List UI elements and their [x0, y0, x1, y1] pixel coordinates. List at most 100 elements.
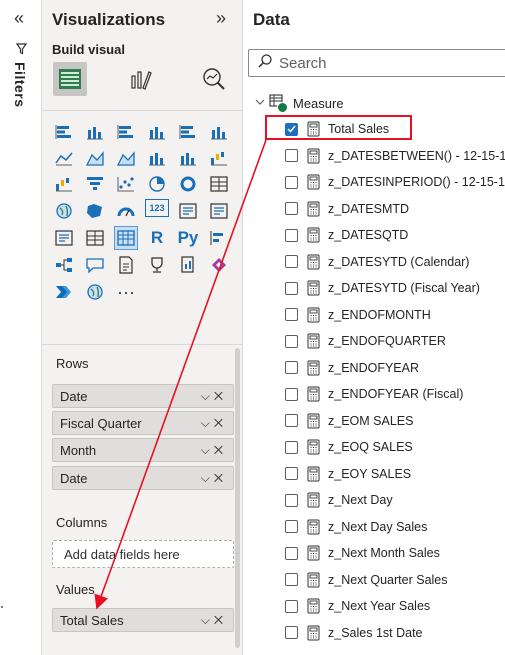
matrix-icon[interactable]	[114, 226, 138, 250]
line-and-clustered-column-icon[interactable]	[176, 146, 200, 170]
field-checkbox[interactable]	[285, 255, 298, 268]
field-item[interactable]: z_EOM SALES	[285, 410, 413, 432]
field-checkbox[interactable]	[285, 467, 298, 480]
kpi-icon[interactable]	[207, 199, 231, 223]
wells-scrollbar[interactable]	[235, 348, 240, 648]
key-influencers-icon[interactable]	[207, 226, 231, 250]
donut-chart-icon[interactable]	[176, 172, 200, 196]
rows-field-date[interactable]: Date ⌵✕	[52, 384, 234, 408]
clustered-bar-chart-icon[interactable]	[114, 120, 138, 144]
filled-map-icon[interactable]	[83, 199, 107, 223]
field-checkbox[interactable]	[285, 281, 298, 295]
field-item[interactable]: z_DATESYTD (Fiscal Year)	[285, 277, 480, 299]
field-item[interactable]: z_EOY SALES	[285, 463, 411, 485]
field-item[interactable]: z_DATESBETWEEN() - 12-15-17	[285, 145, 505, 167]
collapse-panes-button[interactable]: «	[14, 8, 24, 29]
pill-controls[interactable]: ⌵✕	[201, 471, 227, 486]
100-stacked-column-chart-icon[interactable]	[207, 120, 231, 144]
rows-field-fiscal-quarter[interactable]: Fiscal Quarter ⌵✕	[52, 411, 234, 435]
field-checkbox[interactable]	[285, 599, 298, 613]
stacked-area-chart-icon[interactable]	[114, 146, 138, 170]
slicer-icon[interactable]	[52, 226, 76, 250]
field-checkbox[interactable]	[285, 573, 298, 586]
field-item[interactable]: z_Next Day Sales	[285, 516, 427, 538]
more-visuals-icon[interactable]: ···	[114, 280, 138, 304]
field-checkbox[interactable]	[285, 361, 298, 374]
values-field-total-sales[interactable]: Total Sales ⌵✕	[52, 608, 234, 632]
table-icon[interactable]	[83, 226, 107, 250]
field-item[interactable]: z_DATESMTD	[285, 198, 409, 220]
100-stacked-bar-chart-icon[interactable]	[176, 120, 200, 144]
search-box[interactable]	[248, 49, 505, 77]
field-checkbox[interactable]	[285, 175, 298, 189]
power-automate-icon[interactable]	[52, 280, 76, 304]
chevron-down-icon[interactable]	[255, 97, 265, 109]
scatter-chart-icon[interactable]	[114, 172, 138, 196]
field-item[interactable]: z_Next Month Sales	[285, 542, 440, 564]
rows-field-month[interactable]: Month ⌵✕	[52, 438, 234, 462]
metrics-icon[interactable]	[145, 253, 169, 277]
field-checkbox[interactable]	[285, 546, 298, 560]
card-icon[interactable]: 123	[145, 199, 169, 217]
field-checkbox[interactable]	[285, 520, 298, 533]
filters-label[interactable]: Filters	[12, 62, 28, 108]
ribbon-chart-icon[interactable]	[207, 146, 231, 170]
line-chart-icon[interactable]	[52, 146, 76, 170]
expand-pane-button[interactable]: »	[216, 8, 226, 29]
field-item[interactable]: z_ENDOFQUARTER	[285, 330, 446, 352]
field-item[interactable]: z_ENDOFYEAR (Fiscal)	[285, 383, 463, 405]
pill-controls[interactable]: ⌵✕	[201, 416, 227, 431]
field-item[interactable]: z_Next Year Sales	[285, 595, 430, 617]
field-checkbox[interactable]	[285, 149, 298, 162]
area-chart-icon[interactable]	[83, 146, 107, 170]
multi-row-card-icon[interactable]	[176, 199, 200, 223]
field-item[interactable]: z_Sales 1st Date	[285, 622, 423, 644]
field-item[interactable]: z_DATESYTD (Calendar)	[285, 251, 469, 273]
paginated-report-icon[interactable]	[176, 253, 200, 277]
stacked-bar-chart-icon[interactable]	[52, 120, 76, 144]
power-apps-icon[interactable]	[207, 253, 231, 277]
qa-icon[interactable]	[83, 253, 107, 277]
field-checkbox[interactable]	[285, 308, 298, 321]
clustered-column-chart-icon[interactable]	[145, 120, 169, 144]
field-checkbox[interactable]	[285, 387, 298, 401]
pie-chart-icon[interactable]	[145, 172, 169, 196]
funnel-chart-icon[interactable]	[83, 172, 107, 196]
field-item[interactable]: z_EOQ SALES	[285, 436, 413, 458]
waterfall-chart-icon[interactable]	[52, 172, 76, 196]
search-input[interactable]	[279, 54, 479, 72]
field-checkbox[interactable]	[285, 493, 298, 507]
field-item[interactable]: z_ENDOFMONTH	[285, 304, 431, 326]
smart-narrative-icon[interactable]	[114, 253, 138, 277]
field-item[interactable]: z_Next Day	[285, 489, 393, 511]
treemap-icon[interactable]	[207, 172, 231, 196]
gauge-icon[interactable]	[114, 199, 138, 223]
field-item[interactable]: z_DATESQTD	[285, 224, 408, 246]
pill-controls[interactable]: ⌵✕	[201, 613, 227, 628]
build-visual-tab-icon[interactable]	[53, 62, 87, 96]
field-item[interactable]: z_ENDOFYEAR	[285, 357, 419, 379]
field-checkbox[interactable]	[285, 334, 298, 348]
map-icon[interactable]	[52, 199, 76, 223]
decomposition-tree-icon[interactable]	[52, 253, 76, 277]
r-visual-icon[interactable]: R	[145, 226, 169, 250]
stacked-column-chart-icon[interactable]	[83, 120, 107, 144]
field-checkbox[interactable]	[285, 228, 298, 242]
line-and-stacked-column-icon[interactable]	[145, 146, 169, 170]
table-measure[interactable]: Measure	[255, 92, 344, 114]
rows-field-date-2[interactable]: Date ⌵✕	[52, 466, 234, 490]
analytics-tab-icon[interactable]	[197, 62, 231, 96]
field-checkbox[interactable]	[285, 440, 298, 454]
field-checkbox[interactable]	[285, 414, 298, 427]
field-item[interactable]: z_DATESINPERIOD() - 12-15-17	[285, 171, 505, 193]
format-visual-tab-icon[interactable]	[124, 62, 158, 96]
columns-drop-zone[interactable]: Add data fields here	[52, 540, 234, 568]
pill-controls[interactable]: ⌵✕	[201, 443, 227, 458]
field-item[interactable]: z_Next Quarter Sales	[285, 569, 448, 591]
python-visual-icon[interactable]: Py	[176, 226, 200, 250]
field-checkbox[interactable]	[285, 626, 298, 639]
azure-map-icon[interactable]	[83, 280, 107, 304]
pill-controls[interactable]: ⌵✕	[201, 389, 227, 404]
field-checkbox[interactable]	[285, 202, 298, 215]
filters-pane-collapsed[interactable]: « Filters	[0, 0, 42, 655]
